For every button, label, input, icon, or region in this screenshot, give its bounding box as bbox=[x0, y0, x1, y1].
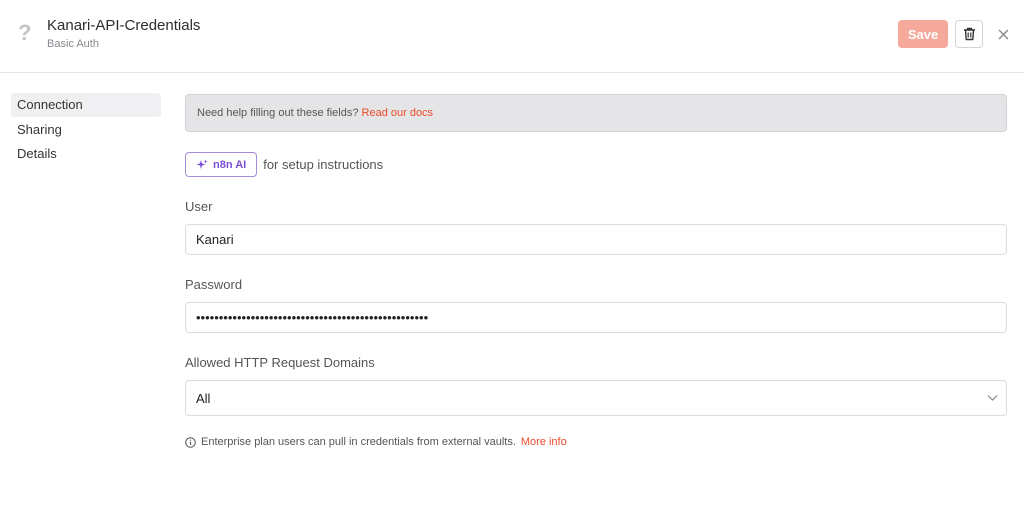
sidebar-item-label: Details bbox=[17, 146, 57, 161]
ai-assist-row: n8n AI for setup instructions bbox=[185, 152, 383, 177]
help-banner: Need help filling out these fields? Read… bbox=[185, 94, 1007, 132]
sidebar-item-details[interactable]: Details bbox=[11, 142, 161, 166]
user-field[interactable]: Kanari bbox=[185, 224, 1007, 255]
chevron-down-icon bbox=[987, 395, 998, 401]
credential-title[interactable]: Kanari-API-Credentials bbox=[47, 17, 200, 34]
sidebar-item-sharing[interactable]: Sharing bbox=[11, 118, 161, 142]
n8n-ai-button[interactable]: n8n AI bbox=[185, 152, 258, 177]
close-button[interactable] bbox=[993, 24, 1013, 44]
ai-suffix-text: for setup instructions bbox=[263, 157, 384, 172]
sidebar-item-label: Sharing bbox=[17, 121, 62, 137]
user-label: User bbox=[185, 199, 213, 214]
ai-button-label: n8n AI bbox=[213, 158, 247, 171]
sidebar: Connection Sharing Details bbox=[11, 93, 161, 167]
password-field[interactable]: ••••••••••••••••••••••••••••••••••••••••… bbox=[185, 302, 1007, 333]
trash-icon bbox=[963, 27, 975, 41]
sidebar-item-connection[interactable]: Connection bbox=[11, 93, 161, 117]
user-value: Kanari bbox=[196, 232, 234, 247]
password-value: ••••••••••••••••••••••••••••••••••••••••… bbox=[196, 310, 429, 325]
help-text: Need help filling out these fields? bbox=[197, 107, 359, 119]
password-label: Password bbox=[185, 277, 243, 292]
sparkle-icon bbox=[196, 159, 208, 169]
sidebar-item-label: Connection bbox=[17, 97, 83, 112]
domains-select[interactable]: All bbox=[185, 380, 1007, 416]
question-icon: ? bbox=[18, 20, 32, 45]
close-icon bbox=[998, 29, 1008, 39]
save-button[interactable]: Save bbox=[898, 20, 948, 48]
modal-header: ? Kanari-API-Credentials Basic Auth Save bbox=[0, 0, 1024, 73]
credential-type: Basic Auth bbox=[47, 38, 99, 50]
delete-button[interactable] bbox=[955, 20, 983, 48]
docs-link[interactable]: Read our docs bbox=[362, 107, 434, 119]
connection-panel: Need help filling out these fields? Read… bbox=[185, 94, 1007, 448]
info-icon bbox=[185, 436, 196, 448]
more-info-link[interactable]: More info bbox=[521, 436, 567, 448]
domains-value: All bbox=[196, 390, 211, 406]
note-text: Enterprise plan users can pull in creden… bbox=[201, 436, 516, 448]
domains-label: Allowed HTTP Request Domains bbox=[185, 355, 375, 370]
enterprise-note: Enterprise plan users can pull in creden… bbox=[185, 436, 567, 448]
